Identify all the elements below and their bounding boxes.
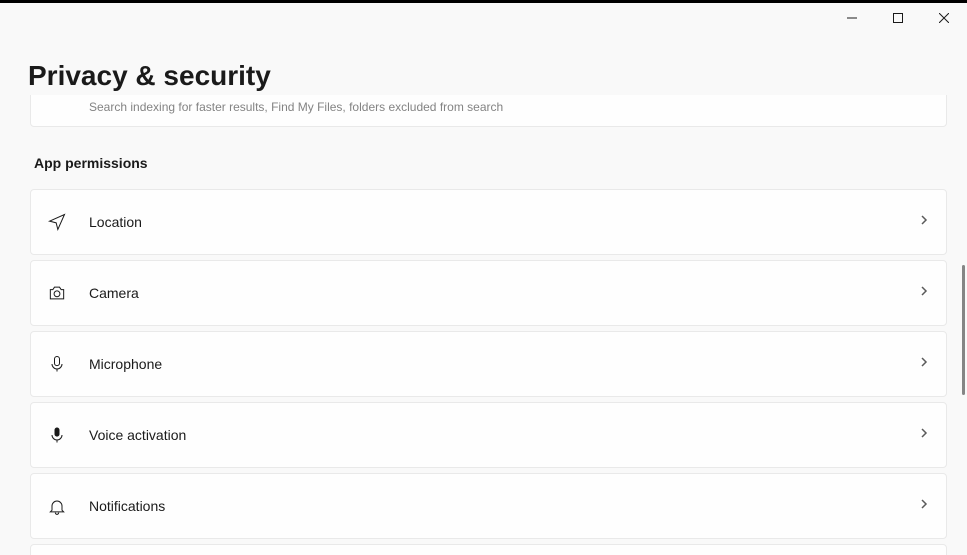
scrollbar-thumb[interactable] [962, 265, 965, 395]
permission-row-camera[interactable]: Camera [30, 260, 947, 326]
searching-windows-row[interactable]: Search indexing for faster results, Find… [30, 95, 947, 127]
chevron-right-icon [918, 284, 930, 302]
chevron-right-icon [918, 213, 930, 231]
scrollbar[interactable] [962, 95, 965, 535]
titlebar [0, 0, 967, 32]
camera-icon [47, 283, 89, 303]
permission-row-microphone[interactable]: Microphone [30, 331, 947, 397]
microphone-icon [47, 354, 89, 374]
permission-label: Location [89, 214, 918, 230]
notifications-icon [47, 496, 89, 516]
minimize-icon [847, 13, 857, 23]
page-title: Privacy & security [0, 32, 967, 92]
permission-row-location[interactable]: Location [30, 189, 947, 255]
content-area: Search indexing for faster results, Find… [30, 95, 947, 555]
permission-row-notifications[interactable]: Notifications [30, 473, 947, 539]
close-button[interactable] [921, 3, 967, 33]
close-icon [939, 13, 949, 23]
permission-row-cutoff[interactable] [30, 544, 947, 555]
chevron-right-icon [918, 355, 930, 373]
permission-row-voice-activation[interactable]: Voice activation [30, 402, 947, 468]
voice-activation-icon [47, 425, 89, 445]
permission-label: Voice activation [89, 427, 918, 443]
maximize-button[interactable] [875, 3, 921, 33]
location-icon [47, 212, 89, 232]
permission-label: Camera [89, 285, 918, 301]
maximize-icon [893, 13, 903, 23]
permission-label: Microphone [89, 356, 918, 372]
minimize-button[interactable] [829, 3, 875, 33]
section-heading-app-permissions: App permissions [30, 155, 947, 171]
chevron-right-icon [918, 497, 930, 515]
permission-label: Notifications [89, 498, 918, 514]
chevron-right-icon [918, 426, 930, 444]
searching-windows-subtitle: Search indexing for faster results, Find… [89, 100, 930, 114]
